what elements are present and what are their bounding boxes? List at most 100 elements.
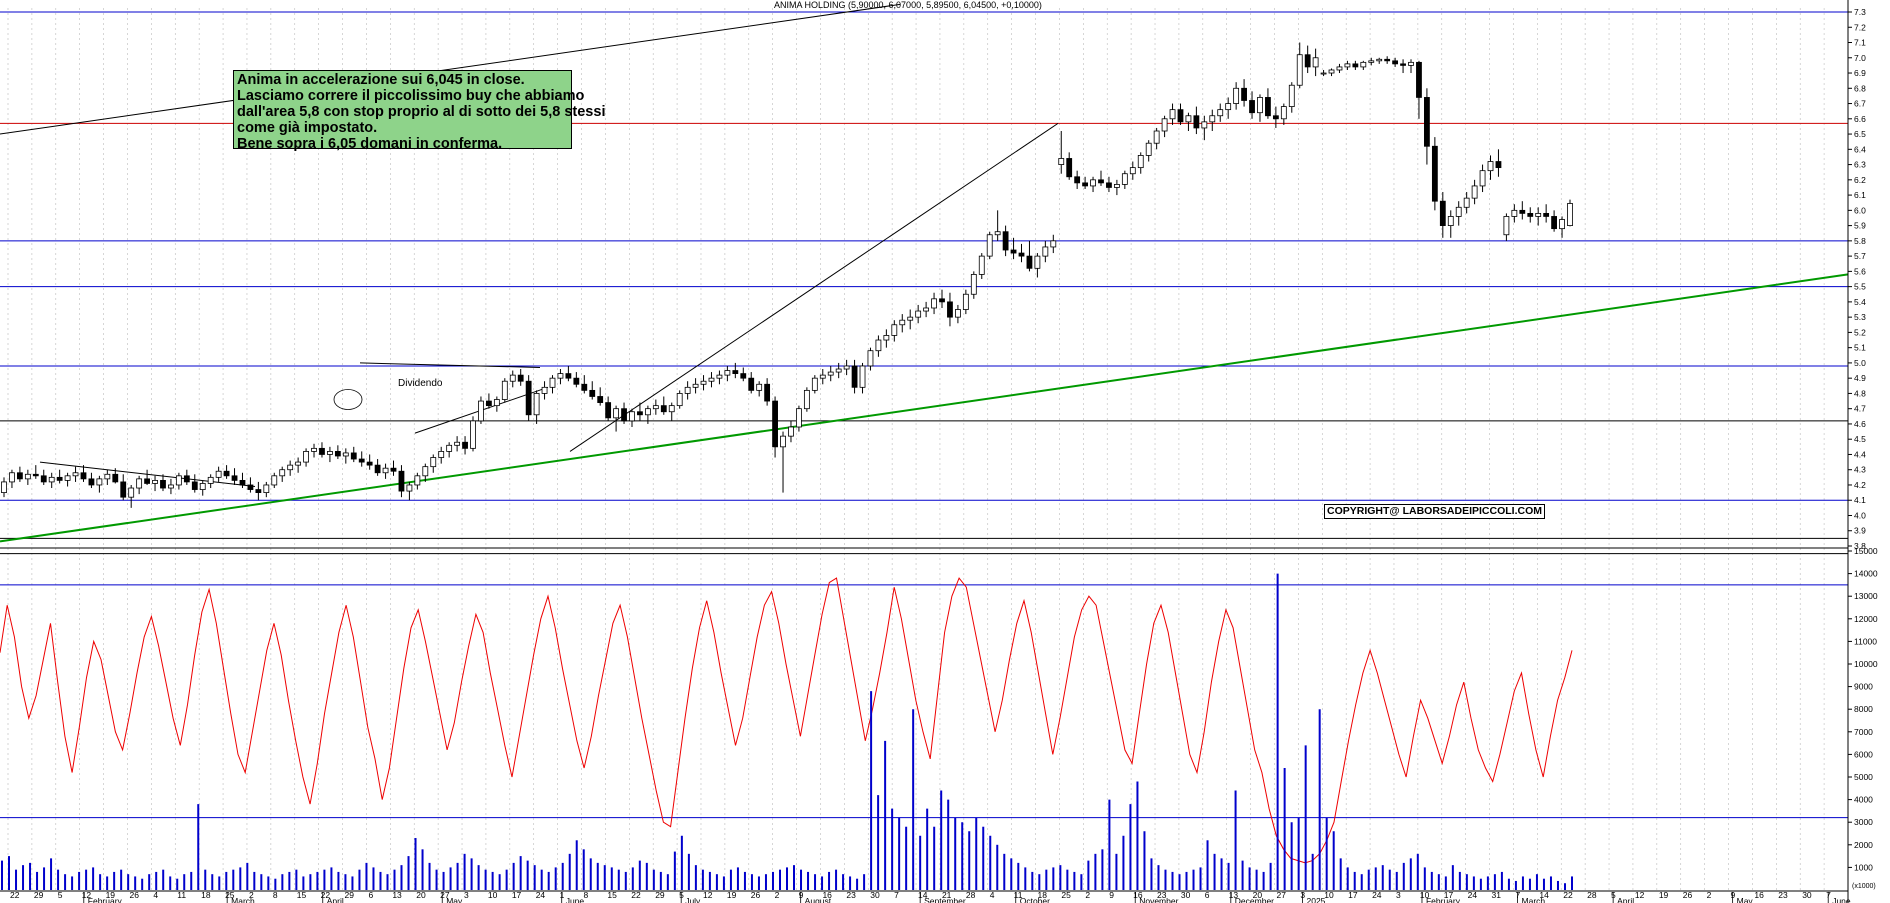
candle	[279, 466, 286, 482]
candle-body	[120, 481, 127, 498]
candle	[1328, 68, 1335, 77]
candle-body	[891, 324, 898, 336]
candle-body	[470, 420, 476, 449]
candle-body	[883, 335, 890, 341]
candle-body	[1241, 87, 1247, 101]
candle-body	[1177, 109, 1184, 123]
candle	[517, 369, 524, 386]
price-tick-label: 5.2	[1854, 327, 1866, 337]
month-label: 2025	[1306, 896, 1325, 903]
candle	[605, 396, 612, 421]
price-tick-label: 7.1	[1854, 38, 1866, 48]
candle	[1209, 109, 1216, 132]
candle	[287, 460, 294, 476]
candle	[144, 469, 150, 485]
candle	[152, 475, 158, 492]
candle	[549, 375, 556, 394]
candle-body	[1042, 246, 1049, 257]
candle-body	[1527, 212, 1534, 217]
volume-tick-label: 12000	[1854, 614, 1878, 624]
candle-body	[915, 310, 922, 318]
candle	[446, 442, 453, 458]
candle	[883, 329, 890, 348]
month-label: May	[1737, 896, 1754, 903]
candle	[1463, 192, 1470, 214]
candle-body	[350, 452, 357, 460]
month-label: February	[88, 896, 123, 903]
candle	[215, 466, 222, 482]
candle	[191, 474, 198, 493]
candle	[780, 431, 786, 493]
candle	[255, 481, 262, 501]
price-tick-label: 7.3	[1854, 7, 1866, 17]
candle	[175, 472, 182, 490]
candle-body	[1424, 97, 1430, 147]
candle-body	[931, 298, 937, 309]
candle-body	[1090, 179, 1096, 187]
uptrend-line	[569, 122, 1059, 452]
candle-body	[319, 447, 325, 455]
candle-body	[32, 473, 39, 477]
candle	[1042, 240, 1049, 263]
candle-body	[581, 383, 588, 391]
candle	[1487, 155, 1494, 180]
candle	[136, 475, 143, 495]
candle-body	[1384, 58, 1391, 62]
copyright-label: COPYRIGHT@ LABORSADEIPICCOLI.COM	[1324, 504, 1545, 519]
candle-body	[676, 393, 683, 407]
candle-body	[724, 370, 731, 376]
candle-body	[1567, 203, 1573, 227]
candle	[350, 446, 357, 463]
candle-body	[565, 373, 572, 379]
candle-body	[700, 380, 707, 385]
candle-body	[1400, 63, 1406, 66]
candle-body	[613, 408, 619, 419]
candle-body	[382, 467, 389, 474]
candle-body	[1431, 145, 1438, 202]
candle-body	[1058, 158, 1065, 165]
candle	[358, 451, 365, 467]
candle	[652, 399, 659, 415]
candle	[493, 396, 500, 412]
candle	[207, 474, 214, 489]
candle-body	[207, 476, 214, 484]
candle-body	[295, 461, 302, 466]
candle-body	[1312, 57, 1319, 68]
candle	[1098, 170, 1104, 186]
month-label: October	[1020, 896, 1050, 903]
candle-body	[1360, 61, 1367, 68]
candle-body	[1368, 60, 1375, 63]
candle-body	[947, 301, 953, 318]
candle	[931, 292, 937, 315]
candle-body	[1, 481, 7, 494]
candle-body	[9, 472, 15, 483]
candle	[899, 314, 906, 333]
candle	[1161, 115, 1168, 138]
candle-body	[867, 350, 874, 367]
price-tick-label: 5.6	[1854, 266, 1866, 276]
candle-body	[501, 380, 508, 400]
candle	[1551, 210, 1558, 232]
candle-body	[303, 451, 309, 463]
candle	[1050, 234, 1057, 254]
price-tick-label: 5.7	[1854, 251, 1866, 261]
candle-body	[446, 444, 453, 452]
price-tick-label: 6.6	[1854, 114, 1866, 124]
candle	[1471, 179, 1478, 205]
candle	[319, 442, 325, 458]
candle	[430, 454, 437, 473]
candle	[660, 396, 667, 415]
candle	[851, 359, 858, 394]
candle-body	[64, 475, 71, 481]
candle-body	[160, 479, 166, 489]
candle-body	[1352, 63, 1359, 68]
candle-body	[271, 475, 278, 486]
candle-body	[819, 374, 826, 379]
candle	[342, 448, 349, 464]
candle-body	[780, 435, 786, 448]
candle	[1066, 152, 1073, 180]
candle	[366, 454, 373, 470]
candle-body	[168, 484, 174, 489]
month-label: March	[1522, 896, 1546, 903]
annotation-line: come già impostato.	[237, 120, 378, 136]
